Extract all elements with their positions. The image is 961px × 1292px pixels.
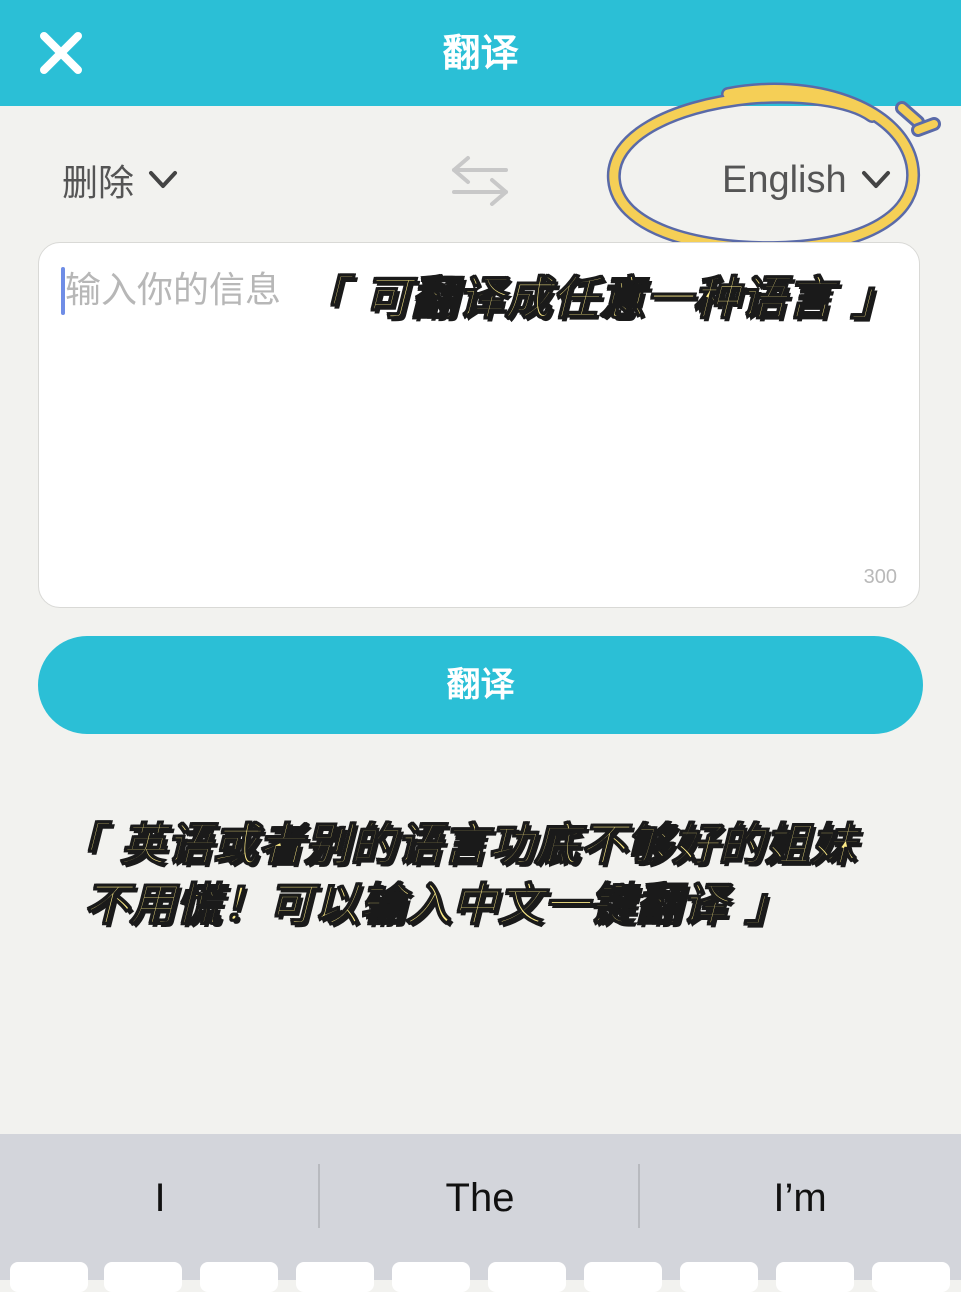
swap-arrows-icon[interactable] <box>450 154 510 206</box>
keyboard-key[interactable] <box>104 1262 182 1292</box>
keyboard-key[interactable] <box>584 1262 662 1292</box>
keyboard-keys-row <box>0 1262 961 1292</box>
char-limit-counter: 300 <box>863 566 897 588</box>
translate-button[interactable]: 翻译 <box>38 636 923 734</box>
annotation-caption: 不用慌！可以输入中文一键翻译 」 <box>83 877 791 932</box>
input-placeholder: 输入你的信息 <box>65 270 282 311</box>
suggestion-item[interactable]: The <box>320 1170 640 1226</box>
keyboard-key[interactable] <box>296 1262 374 1292</box>
annotation-caption: 「 可翻译成任意一种语言 」 <box>299 270 899 326</box>
annotation-caption: 「 英语或者别的语言功底不够好的姐妹 <box>57 817 857 872</box>
source-language-label: 删除 <box>62 163 135 204</box>
highlight-circle-icon <box>606 82 941 256</box>
keyboard-suggestion-bar: I The I’m <box>0 1134 961 1280</box>
source-language-select[interactable]: 删除 <box>62 156 178 204</box>
suggestion-item[interactable]: I <box>0 1170 320 1226</box>
keyboard-key[interactable] <box>680 1262 758 1292</box>
keyboard-key[interactable] <box>872 1262 950 1292</box>
keyboard-key[interactable] <box>488 1262 566 1292</box>
keyboard-key[interactable] <box>776 1262 854 1292</box>
chevron-down-icon <box>149 171 178 188</box>
keyboard-key[interactable] <box>200 1262 278 1292</box>
keyboard-key[interactable] <box>392 1262 470 1292</box>
keyboard-key[interactable] <box>10 1262 88 1292</box>
suggestion-item[interactable]: I’m <box>640 1170 960 1226</box>
